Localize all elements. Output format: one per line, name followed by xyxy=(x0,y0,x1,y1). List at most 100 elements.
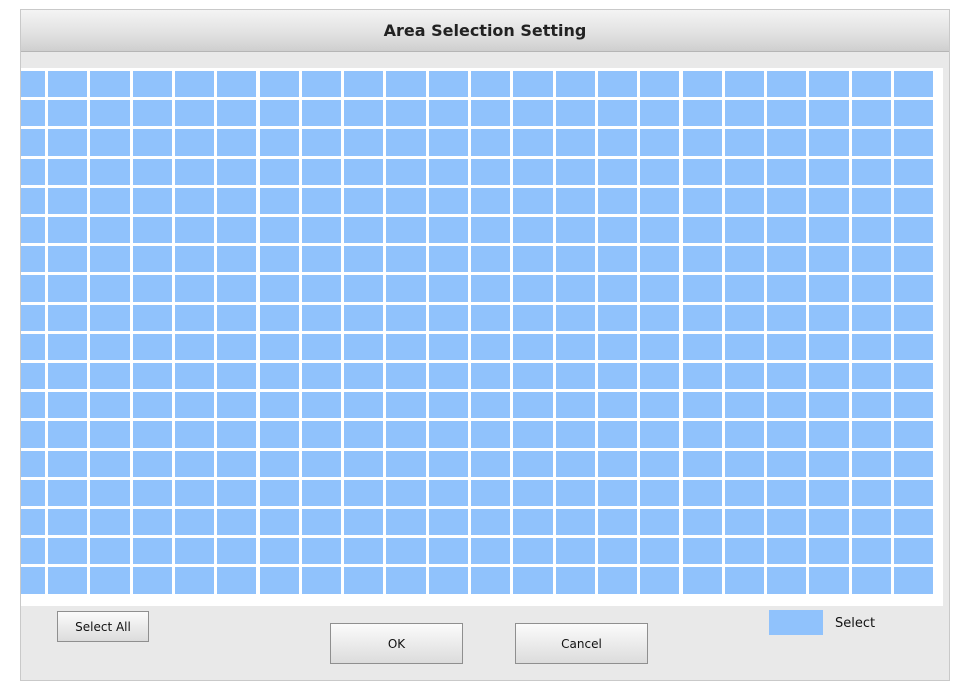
grid-cell[interactable] xyxy=(597,333,638,360)
grid-cell[interactable] xyxy=(767,71,807,98)
grid-cell[interactable] xyxy=(640,509,680,536)
grid-cell[interactable] xyxy=(851,217,891,244)
grid-cell[interactable] xyxy=(471,479,511,506)
grid-cell[interactable] xyxy=(513,509,553,536)
grid-cell[interactable] xyxy=(386,567,426,594)
grid-cell[interactable] xyxy=(90,538,130,565)
grid-cell[interactable] xyxy=(386,304,426,331)
grid-cell[interactable] xyxy=(428,567,468,594)
grid-cell[interactable] xyxy=(48,392,88,419)
grid-cell[interactable] xyxy=(90,450,130,477)
grid-cell[interactable] xyxy=(259,421,299,448)
grid-cell[interactable] xyxy=(682,538,722,565)
grid-cell[interactable] xyxy=(21,217,45,244)
grid-cell[interactable] xyxy=(48,246,88,273)
grid-cell[interactable] xyxy=(555,450,595,477)
grid-cell[interactable] xyxy=(809,217,849,244)
grid-cell[interactable] xyxy=(386,392,426,419)
grid-cell[interactable] xyxy=(724,450,765,477)
grid-cell[interactable] xyxy=(513,479,553,506)
grid-cell[interactable] xyxy=(386,333,426,360)
grid-cell[interactable] xyxy=(471,100,511,127)
grid-cell[interactable] xyxy=(513,538,553,565)
grid-cell[interactable] xyxy=(767,538,807,565)
grid-cell[interactable] xyxy=(597,479,638,506)
grid-cell[interactable] xyxy=(513,158,553,185)
grid-cell[interactable] xyxy=(21,100,45,127)
grid-cell[interactable] xyxy=(48,479,88,506)
grid-cell[interactable] xyxy=(597,158,638,185)
grid-cell[interactable] xyxy=(386,479,426,506)
grid-cell[interactable] xyxy=(174,392,215,419)
ok-button[interactable]: OK xyxy=(330,623,463,664)
grid-cell[interactable] xyxy=(174,304,215,331)
grid-cell[interactable] xyxy=(21,363,45,390)
grid-cell[interactable] xyxy=(21,71,45,98)
grid-cell[interactable] xyxy=(640,217,680,244)
grid-cell[interactable] xyxy=(682,187,722,214)
grid-cell[interactable] xyxy=(555,363,595,390)
grid-cell[interactable] xyxy=(724,71,765,98)
grid-cell[interactable] xyxy=(21,509,45,536)
grid-cell[interactable] xyxy=(217,187,257,214)
grid-cell[interactable] xyxy=(301,71,342,98)
grid-cell[interactable] xyxy=(174,479,215,506)
grid-cell[interactable] xyxy=(48,567,88,594)
grid-cell[interactable] xyxy=(809,187,849,214)
grid-cell[interactable] xyxy=(682,479,722,506)
grid-cell[interactable] xyxy=(767,421,807,448)
grid-cell[interactable] xyxy=(513,100,553,127)
grid-cell[interactable] xyxy=(555,275,595,302)
grid-cell[interactable] xyxy=(48,304,88,331)
grid-cell[interactable] xyxy=(640,187,680,214)
grid-cell[interactable] xyxy=(809,333,849,360)
grid-cell[interactable] xyxy=(809,421,849,448)
grid-cell[interactable] xyxy=(724,187,765,214)
grid-cell[interactable] xyxy=(640,567,680,594)
grid-cell[interactable] xyxy=(90,275,130,302)
grid-cell[interactable] xyxy=(344,71,384,98)
grid-cell[interactable] xyxy=(851,304,891,331)
grid-cell[interactable] xyxy=(132,538,172,565)
grid-cell[interactable] xyxy=(301,187,342,214)
grid-cell[interactable] xyxy=(90,246,130,273)
grid-cell[interactable] xyxy=(809,275,849,302)
grid-cell[interactable] xyxy=(682,275,722,302)
grid-cell[interactable] xyxy=(640,333,680,360)
grid-cell[interactable] xyxy=(724,538,765,565)
grid-cell[interactable] xyxy=(217,450,257,477)
grid-cell[interactable] xyxy=(48,217,88,244)
grid-cell[interactable] xyxy=(21,567,45,594)
grid-cell[interactable] xyxy=(767,246,807,273)
grid-cell[interactable] xyxy=(301,392,342,419)
grid-cell[interactable] xyxy=(767,509,807,536)
grid-cell[interactable] xyxy=(724,479,765,506)
grid-cell[interactable] xyxy=(259,100,299,127)
grid-cell[interactable] xyxy=(767,217,807,244)
grid-cell[interactable] xyxy=(724,100,765,127)
grid-cell[interactable] xyxy=(48,275,88,302)
grid-cell[interactable] xyxy=(767,187,807,214)
grid-cell[interactable] xyxy=(597,509,638,536)
grid-cell[interactable] xyxy=(555,129,595,156)
cancel-button[interactable]: Cancel xyxy=(515,623,648,664)
grid-cell[interactable] xyxy=(894,158,934,185)
grid-cell[interactable] xyxy=(513,275,553,302)
grid-cell[interactable] xyxy=(597,392,638,419)
grid-cell[interactable] xyxy=(132,71,172,98)
grid-cell[interactable] xyxy=(174,450,215,477)
grid-cell[interactable] xyxy=(301,246,342,273)
grid-cell[interactable] xyxy=(682,450,722,477)
grid-cell[interactable] xyxy=(682,421,722,448)
grid-cell[interactable] xyxy=(471,333,511,360)
grid-cell[interactable] xyxy=(301,538,342,565)
grid-cell[interactable] xyxy=(513,363,553,390)
grid-cell[interactable] xyxy=(555,217,595,244)
grid-cell[interactable] xyxy=(640,363,680,390)
grid-cell[interactable] xyxy=(428,246,468,273)
grid-cell[interactable] xyxy=(767,129,807,156)
grid-cell[interactable] xyxy=(894,567,934,594)
grid-cell[interactable] xyxy=(809,71,849,98)
grid-cell[interactable] xyxy=(428,71,468,98)
grid-cell[interactable] xyxy=(301,363,342,390)
